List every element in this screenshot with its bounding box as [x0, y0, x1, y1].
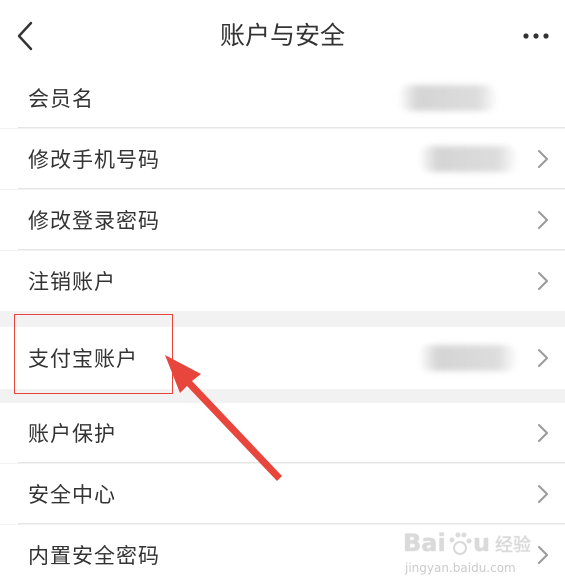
divider: [18, 249, 565, 250]
divider: [18, 462, 565, 463]
divider: [18, 188, 565, 189]
chevron-right-icon: [538, 150, 548, 168]
row-label: 账户保护: [28, 422, 116, 446]
chevron-right-icon: [538, 349, 548, 367]
row-label: 会员名: [28, 87, 94, 111]
row-label: 修改手机号码: [28, 148, 160, 172]
row-security-center[interactable]: 安全中心: [0, 464, 565, 524]
blurred-value: [398, 85, 498, 111]
page-title: 账户与安全: [219, 21, 345, 50]
row-label: 安全中心: [28, 483, 116, 507]
row-change-phone[interactable]: 修改手机号码: [0, 129, 565, 189]
nav-header: 账户与安全: [0, 0, 565, 68]
row-cancel-account[interactable]: 注销账户: [0, 251, 565, 311]
row-change-login-password[interactable]: 修改登录密码: [0, 190, 565, 250]
more-horizontal-icon[interactable]: [521, 26, 551, 46]
chevron-right-icon: [538, 272, 548, 290]
row-member-name[interactable]: 会员名: [0, 68, 565, 128]
row-alipay-account[interactable]: 支付宝账户: [0, 327, 565, 389]
chevron-right-icon: [538, 485, 548, 503]
divider: [18, 523, 565, 524]
row-builtin-security-password[interactable]: 内置安全密码: [0, 525, 565, 585]
chevron-right-icon: [538, 211, 548, 229]
blurred-value: [418, 345, 518, 371]
row-account-protection[interactable]: 账户保护: [0, 403, 565, 463]
row-label: 注销账户: [28, 270, 116, 294]
chevron-right-icon: [538, 546, 548, 564]
divider: [18, 127, 565, 128]
account-security-screen: 账户与安全 会员名 修改手机号码 修改登录密码 注销账户 支付宝账户 账户保护 …: [0, 0, 565, 585]
chevron-right-icon: [538, 424, 548, 442]
row-label: 支付宝账户: [28, 347, 138, 371]
row-label: 内置安全密码: [28, 544, 160, 568]
blurred-value: [418, 146, 518, 172]
row-label: 修改登录密码: [28, 209, 160, 233]
